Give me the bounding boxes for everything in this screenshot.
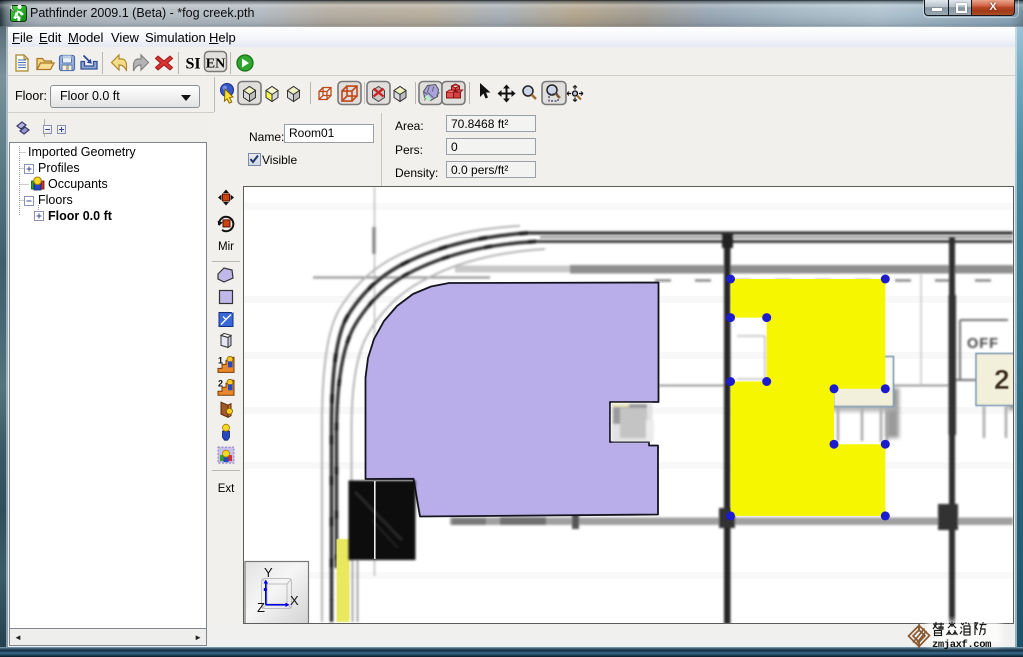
svg-text:2: 2	[994, 364, 1010, 395]
svg-text:Mir: Mir	[218, 241, 234, 253]
svg-text:zmjaxf.com: zmjaxf.com	[932, 639, 991, 650]
svg-text:Z: Z	[257, 600, 265, 615]
svg-text:EN: EN	[206, 57, 225, 72]
svg-text:1: 1	[218, 355, 223, 365]
svg-text:X: X	[290, 593, 299, 608]
svg-text:SI: SI	[185, 56, 200, 73]
svg-text:Y: Y	[264, 565, 273, 580]
svg-text:OFF: OFF	[967, 336, 999, 352]
svg-text:Ext: Ext	[218, 483, 235, 495]
svg-text:2: 2	[218, 378, 223, 388]
